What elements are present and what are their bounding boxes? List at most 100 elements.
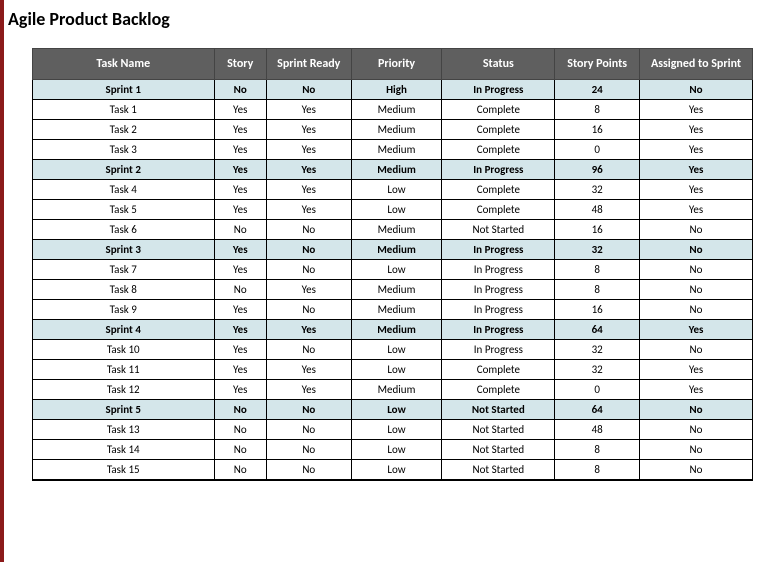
cell-points: 8: [555, 260, 640, 280]
backlog-table: Task Name Story Sprint Ready Priority St…: [32, 48, 753, 481]
cell-task: Task 10: [33, 340, 215, 360]
cell-assigned: No: [640, 240, 753, 260]
cell-ready: No: [266, 300, 351, 320]
cell-priority: Low: [351, 180, 442, 200]
sprint-row: Sprint 4YesYesMediumIn Progress64Yes: [33, 320, 753, 340]
cell-story: No: [214, 400, 266, 420]
cell-assigned: No: [640, 440, 753, 460]
cell-task: Task 9: [33, 300, 215, 320]
cell-assigned: No: [640, 80, 753, 100]
header-ready: Sprint Ready: [266, 49, 351, 80]
table-row: Task 1YesYesMediumComplete8Yes: [33, 100, 753, 120]
cell-assigned: Yes: [640, 200, 753, 220]
cell-points: 32: [555, 240, 640, 260]
cell-task: Sprint 1: [33, 80, 215, 100]
cell-status: In Progress: [442, 80, 555, 100]
cell-ready: Yes: [266, 200, 351, 220]
cell-story: Yes: [214, 260, 266, 280]
cell-task: Sprint 3: [33, 240, 215, 260]
cell-story: Yes: [214, 100, 266, 120]
cell-status: In Progress: [442, 240, 555, 260]
table-row: Task 2YesYesMediumComplete16Yes: [33, 120, 753, 140]
cell-task: Task 1: [33, 100, 215, 120]
header-status: Status: [442, 49, 555, 80]
cell-story: No: [214, 220, 266, 240]
cell-assigned: Yes: [640, 160, 753, 180]
table-row: Task 10YesNoLowIn Progress32No: [33, 340, 753, 360]
cell-points: 0: [555, 380, 640, 400]
cell-assigned: Yes: [640, 380, 753, 400]
cell-story: No: [214, 440, 266, 460]
cell-story: No: [214, 420, 266, 440]
table-row: Task 15NoNoLowNot Started8No: [33, 460, 753, 481]
cell-status: Not Started: [442, 220, 555, 240]
cell-ready: No: [266, 460, 351, 481]
cell-story: Yes: [214, 200, 266, 220]
cell-points: 32: [555, 340, 640, 360]
cell-points: 8: [555, 440, 640, 460]
cell-story: No: [214, 460, 266, 481]
cell-story: Yes: [214, 160, 266, 180]
table-row: Task 13NoNoLowNot Started48No: [33, 420, 753, 440]
cell-priority: Low: [351, 420, 442, 440]
cell-task: Task 3: [33, 140, 215, 160]
cell-task: Task 8: [33, 280, 215, 300]
cell-priority: High: [351, 80, 442, 100]
cell-story: Yes: [214, 300, 266, 320]
cell-points: 16: [555, 120, 640, 140]
cell-story: Yes: [214, 140, 266, 160]
cell-ready: Yes: [266, 120, 351, 140]
cell-story: Yes: [214, 240, 266, 260]
cell-status: Complete: [442, 120, 555, 140]
header-priority: Priority: [351, 49, 442, 80]
cell-task: Task 13: [33, 420, 215, 440]
cell-story: Yes: [214, 380, 266, 400]
cell-story: Yes: [214, 320, 266, 340]
cell-points: 64: [555, 400, 640, 420]
cell-status: Not Started: [442, 440, 555, 460]
cell-ready: No: [266, 400, 351, 420]
cell-priority: Medium: [351, 320, 442, 340]
header-assigned: Assigned to Sprint: [640, 49, 753, 80]
cell-status: Complete: [442, 100, 555, 120]
cell-status: In Progress: [442, 300, 555, 320]
backlog-table-wrap: Task Name Story Sprint Ready Priority St…: [4, 48, 761, 481]
cell-task: Task 15: [33, 460, 215, 481]
cell-points: 16: [555, 300, 640, 320]
sprint-row: Sprint 5NoNoLowNot Started64No: [33, 400, 753, 420]
cell-status: Complete: [442, 140, 555, 160]
header-story: Story: [214, 49, 266, 80]
cell-priority: Low: [351, 360, 442, 380]
cell-ready: Yes: [266, 360, 351, 380]
cell-assigned: No: [640, 220, 753, 240]
cell-status: Complete: [442, 200, 555, 220]
cell-ready: No: [266, 340, 351, 360]
cell-priority: Low: [351, 340, 442, 360]
cell-priority: Medium: [351, 300, 442, 320]
cell-status: In Progress: [442, 260, 555, 280]
cell-status: Complete: [442, 360, 555, 380]
cell-priority: Medium: [351, 280, 442, 300]
cell-ready: Yes: [266, 100, 351, 120]
table-row: Task 4YesYesLowComplete32Yes: [33, 180, 753, 200]
cell-assigned: No: [640, 300, 753, 320]
cell-story: Yes: [214, 340, 266, 360]
cell-priority: Medium: [351, 240, 442, 260]
cell-priority: Medium: [351, 380, 442, 400]
cell-story: No: [214, 80, 266, 100]
cell-priority: Medium: [351, 160, 442, 180]
cell-task: Task 6: [33, 220, 215, 240]
cell-status: Not Started: [442, 420, 555, 440]
cell-ready: Yes: [266, 320, 351, 340]
table-row: Task 6NoNoMediumNot Started16No: [33, 220, 753, 240]
cell-status: Complete: [442, 180, 555, 200]
cell-assigned: Yes: [640, 360, 753, 380]
cell-assigned: No: [640, 460, 753, 481]
cell-task: Task 5: [33, 200, 215, 220]
table-row: Task 12YesYesMediumComplete0Yes: [33, 380, 753, 400]
cell-status: Not Started: [442, 400, 555, 420]
cell-task: Task 4: [33, 180, 215, 200]
cell-status: In Progress: [442, 160, 555, 180]
table-row: Task 3YesYesMediumComplete0Yes: [33, 140, 753, 160]
table-row: Task 8NoYesMediumIn Progress8No: [33, 280, 753, 300]
